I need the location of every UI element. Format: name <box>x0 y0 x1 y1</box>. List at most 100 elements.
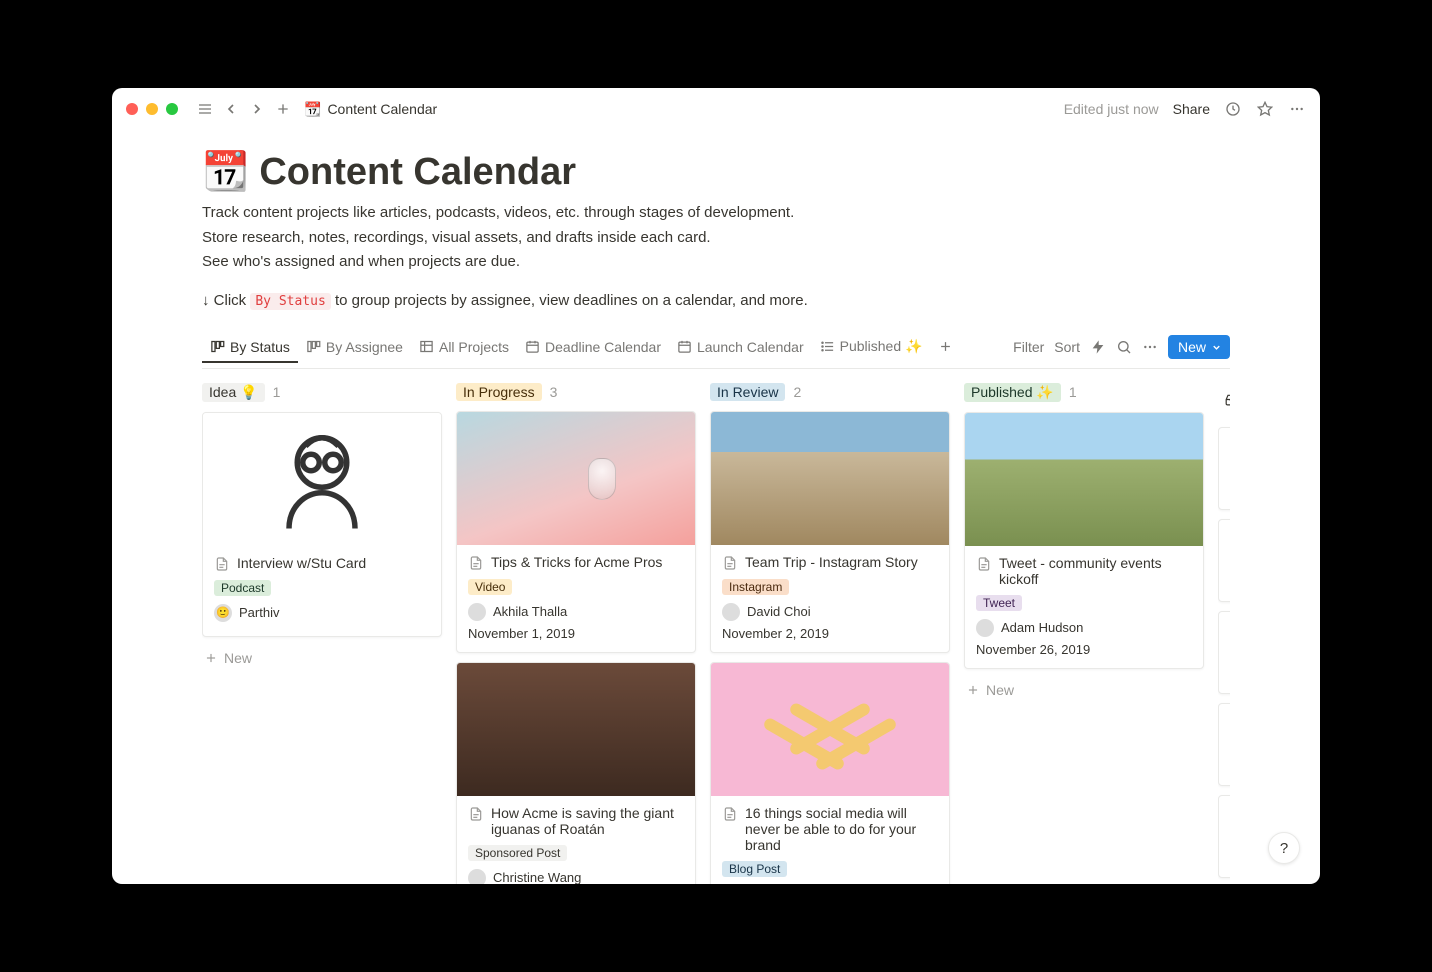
card-date: November 2, 2019 <box>722 626 938 641</box>
sort-button[interactable]: Sort <box>1054 339 1080 355</box>
tab-launch-calendar[interactable]: Launch Calendar <box>669 333 812 363</box>
card[interactable]: Blog PostBlog Post <box>1218 703 1230 786</box>
titlebar-right: Edited just now Share <box>1064 100 1306 118</box>
automation-icon[interactable] <box>1090 339 1106 355</box>
sidebar-toggle-icon[interactable] <box>196 100 214 118</box>
new-button-label: New <box>1178 339 1206 355</box>
card[interactable]: Blog PostBlog Post <box>1218 611 1230 694</box>
column-in-progress: In Progress 3 Tips & Tricks for Acme Pros V… <box>456 383 696 885</box>
hint-pre: ↓ Click <box>202 292 246 309</box>
card[interactable]: 16 things social media will never be abl… <box>710 662 950 885</box>
card-tag: Instagram <box>722 579 789 595</box>
card[interactable]: Blog PostBlog Post <box>1218 427 1230 510</box>
add-card-button[interactable]: New <box>202 646 442 670</box>
card-image <box>711 412 949 545</box>
column-header: In Progress 3 <box>456 383 696 401</box>
add-card-button[interactable]: New <box>964 678 1204 702</box>
card-tag: Blog Post <box>722 861 787 877</box>
column-header: No Status <box>1218 383 1230 417</box>
column-tag[interactable]: No Status <box>1218 383 1230 417</box>
back-button[interactable] <box>222 100 240 118</box>
forward-button[interactable] <box>248 100 266 118</box>
card[interactable]: How Acme is saving the giant iguanas of … <box>456 662 696 885</box>
column-tag[interactable]: Published ✨ <box>964 383 1061 402</box>
card-tag: Podcast <box>214 580 271 596</box>
card-image <box>457 663 695 796</box>
window-controls <box>126 103 178 115</box>
tab-by-assignee[interactable]: By Assignee <box>298 333 411 363</box>
card[interactable]: Blog PostBlog Post <box>1218 795 1230 878</box>
column-tag[interactable]: In Progress <box>456 383 542 401</box>
page-header: 📆 Content Calendar Track content project… <box>202 130 1230 309</box>
card[interactable]: Team Trip - Instagram StoryInstagramDavi… <box>710 411 950 653</box>
page-content: 📆 Content Calendar Track content project… <box>112 130 1320 884</box>
search-icon[interactable] <box>1116 339 1132 355</box>
card-date: November 1, 2019 <box>468 626 684 641</box>
page-icon[interactable]: 📆 <box>202 150 249 194</box>
card[interactable]: Interview w/Stu CardPodcast🙂Parthiv <box>202 412 442 637</box>
help-button[interactable]: ? <box>1268 832 1300 864</box>
avatar <box>976 619 994 637</box>
column-header: Published ✨ 1 <box>964 383 1204 402</box>
filter-button[interactable]: Filter <box>1013 339 1044 355</box>
card-title: Team Trip - Instagram Story <box>722 554 938 571</box>
maximize-window-icon[interactable] <box>166 103 178 115</box>
view-more-icon[interactable] <box>1142 339 1158 355</box>
card-image <box>711 663 949 796</box>
add-view-button[interactable] <box>930 333 961 362</box>
app-window: 📆 Content Calendar Edited just now Share… <box>112 88 1320 884</box>
favorite-icon[interactable] <box>1256 100 1274 118</box>
page-description-3: See who's assigned and when projects are… <box>202 251 1230 274</box>
column-header: In Review2 <box>710 383 950 401</box>
page-description-1: Track content projects like articles, po… <box>202 202 1230 225</box>
avatar <box>722 603 740 621</box>
card-image <box>457 412 695 545</box>
board: Idea 💡1Interview w/Stu CardPodcast🙂Parth… <box>202 369 1230 885</box>
column-tag[interactable]: In Review <box>710 383 785 401</box>
tab-published-[interactable]: Published ✨ <box>812 332 931 363</box>
column-tag[interactable]: Idea 💡 <box>202 383 265 402</box>
page-title-text[interactable]: Content Calendar <box>259 151 576 194</box>
card-title: Tweet - community events kickoff <box>976 555 1192 587</box>
column-no-status: No Status Blog PostBlog Post Blog PostBlog… <box>1218 383 1230 885</box>
card-assignee: Christine Wang <box>468 869 684 885</box>
avatar: 🙂 <box>214 604 232 622</box>
card-assignee: Adam Hudson <box>976 619 1192 637</box>
more-icon[interactable] <box>1288 100 1306 118</box>
column-count: 1 <box>273 384 281 400</box>
new-page-button[interactable] <box>274 100 292 118</box>
tab-by-status[interactable]: By Status <box>202 333 298 363</box>
tab-all-projects[interactable]: All Projects <box>411 333 517 363</box>
column-idea-: Idea 💡1Interview w/Stu CardPodcast🙂Parth… <box>202 383 442 885</box>
chevron-down-icon <box>1211 342 1222 353</box>
avatar <box>468 603 486 621</box>
titlebar: 📆 Content Calendar Edited just now Share <box>112 88 1320 130</box>
page-title: 📆 Content Calendar <box>202 150 1230 194</box>
card[interactable]: Tips & Tricks for Acme Pros Video Akhila T… <box>456 411 696 653</box>
column-count: 1 <box>1069 384 1077 400</box>
view-actions: Filter Sort New <box>1013 335 1230 359</box>
column-header: Idea 💡 1 <box>202 383 442 402</box>
close-window-icon[interactable] <box>126 103 138 115</box>
breadcrumb[interactable]: 📆 Content Calendar <box>304 101 437 118</box>
edited-timestamp: Edited just now <box>1064 101 1159 117</box>
minimize-window-icon[interactable] <box>146 103 158 115</box>
card[interactable]: Tweet - community events kickoff Tweet Ada… <box>964 412 1204 669</box>
card-title: How Acme is saving the giant iguanas of … <box>468 805 684 837</box>
card-assignee: Akhila Thalla <box>468 603 684 621</box>
breadcrumb-label: Content Calendar <box>327 101 437 117</box>
card-tag: Tweet <box>976 595 1022 611</box>
card-title: 16 things social media will never be abl… <box>722 805 938 853</box>
hint-tag: By Status <box>250 293 330 310</box>
card[interactable]: Blog PostBlog Post <box>1218 519 1230 602</box>
new-button[interactable]: New <box>1168 335 1230 359</box>
share-button[interactable]: Share <box>1173 101 1210 117</box>
card-tag: Video <box>468 579 512 595</box>
column-count: 3 <box>550 384 558 400</box>
card-image <box>965 413 1203 546</box>
card-assignee: 🙂Parthiv <box>214 604 430 622</box>
card-title: Tips & Tricks for Acme Pros <box>468 554 684 571</box>
tab-deadline-calendar[interactable]: Deadline Calendar <box>517 333 669 363</box>
column-in-review: In Review2 Team Trip - Instagram Story Ins… <box>710 383 950 885</box>
updates-icon[interactable] <box>1224 100 1242 118</box>
